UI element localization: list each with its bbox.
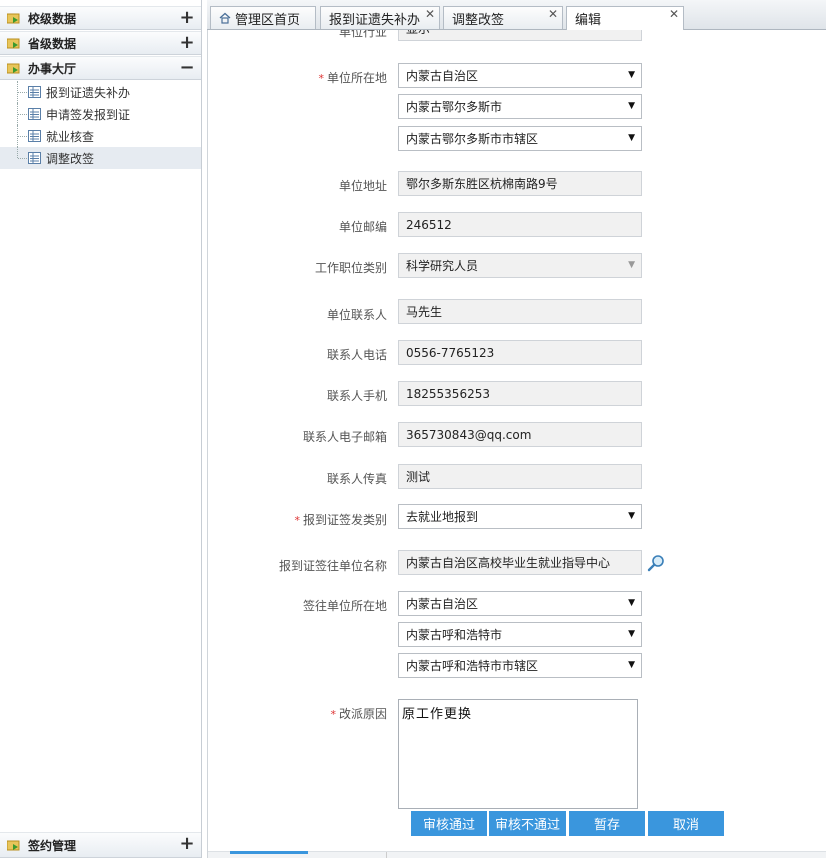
contact-phone-label: 联系人电话 [326,348,387,362]
sidebar: 校级数据 + 省级数据 + 办事大厅 − 报到证遗失补办 申请签发报到证 就业核… [0,0,202,858]
dropdown-arrow-icon: ▼ [628,70,635,80]
accordion-service-hall[interactable]: 办事大厅 − [0,56,201,80]
dropdown-arrow-icon: ▼ [628,629,635,639]
contact-mobile-label: 联系人手机 [326,389,387,403]
collapse-icon[interactable]: − [179,59,195,77]
tab-label: 报到证遗失补办 [329,12,421,28]
dropdown-arrow-icon: ▼ [628,101,635,111]
tab-bar: 管理区首页 报到证遗失补办 ✕ 调整改签 ✕ 编辑 ✕ [207,0,826,30]
sidebar-item-adjust-reissue[interactable]: 调整改签 [0,147,201,169]
horizontal-scrollbar[interactable] [208,851,826,858]
folder-arrow-icon [7,839,21,851]
dropdown-arrow-icon: ▼ [628,511,635,521]
reject-button[interactable]: 审核不通过 [489,811,566,836]
close-icon[interactable]: ✕ [548,7,558,21]
tab-edit[interactable]: 编辑 ✕ [566,6,684,30]
sidebar-item-apply-cert[interactable]: 申请签发报到证 [0,103,201,125]
sidebar-item-label: 申请签发报到证 [46,107,131,122]
cert-issue-type-label: * 报到证签发类别 [294,513,387,527]
contact-phone-field[interactable]: 0556-7765123 [398,340,642,365]
close-icon[interactable]: ✕ [425,7,435,21]
scroll-indicator[interactable] [230,851,308,854]
close-icon[interactable]: ✕ [669,7,679,21]
contact-person-label: 单位联系人 [326,308,387,322]
service-hall-tree: 报到证遗失补办 申请签发报到证 就业核查 调整改签 [0,81,201,169]
accordion-title: 省级数据 [28,36,77,51]
unit-postcode-field[interactable]: 246512 [398,212,642,237]
edit-form: 单位行业 显示 *单位所在地 内蒙古自治区▼ 内蒙古鄂尔多斯市▼ 内蒙古鄂尔多斯… [207,30,826,858]
accordion-province-data[interactable]: 省级数据 + [0,31,201,55]
tab-admin-home[interactable]: 管理区首页 [210,6,316,29]
contact-fax-field[interactable]: 测试 [398,464,642,489]
accordion-school-data[interactable]: 校级数据 + [0,6,201,30]
search-icon[interactable] [647,554,665,572]
dest-province-select[interactable]: 内蒙古自治区 ▼ [398,591,642,616]
tab-adjust-reissue[interactable]: 调整改签 ✕ [443,6,563,29]
reason-label: * 改派原因 [330,707,387,721]
dest-city-select[interactable]: 内蒙古呼和浩特市 ▼ [398,622,642,647]
unit-province-select[interactable]: 内蒙古自治区 ▼ [398,63,642,88]
accordion-contract-management[interactable]: 签约管理 + [0,832,201,858]
save-draft-button[interactable]: 暂存 [569,811,645,836]
job-category-label: 工作职位类别 [314,261,387,275]
partial-field[interactable]: 显示 [398,30,642,41]
field-label: 单位行业 [338,30,387,39]
sidebar-item-label: 报到证遗失补办 [46,85,131,100]
dest-location-label: 签往单位所在地 [302,599,387,613]
reason-textarea[interactable]: 原工作更换 [398,699,638,809]
dest-district-select[interactable]: 内蒙古呼和浩特市市辖区 ▼ [398,653,642,678]
unit-location-label: * 单位所在地 [318,71,387,85]
folder-arrow-icon [7,37,21,49]
accordion-title: 签约管理 [28,838,77,853]
expand-icon[interactable]: + [179,9,195,27]
dropdown-arrow-icon: ▼ [628,660,635,670]
document-icon [28,130,41,142]
unit-address-field[interactable]: 鄂尔多斯东胜区杭棉南路9号 [398,171,642,196]
accordion-title: 办事大厅 [28,61,77,76]
job-category-select[interactable]: 科学研究人员 ▼ [398,253,642,278]
cert-dest-unit-field[interactable]: 内蒙古自治区高校毕业生就业指导中心 [398,550,642,575]
document-icon [28,152,41,164]
dropdown-arrow-icon: ▼ [628,260,635,270]
sidebar-item-employment-check[interactable]: 就业核查 [0,125,201,147]
cert-issue-type-select[interactable]: 去就业地报到 ▼ [398,504,642,529]
folder-arrow-icon [7,62,21,74]
approve-button[interactable]: 审核通过 [411,811,487,836]
sidebar-item-label: 调整改签 [46,151,95,166]
unit-address-label: 单位地址 [338,179,387,193]
expand-icon[interactable]: + [179,835,195,853]
contact-email-label: 联系人电子邮箱 [302,430,387,444]
document-icon [28,108,41,120]
dropdown-arrow-icon: ▼ [628,133,635,143]
contact-fax-label: 联系人传真 [326,472,387,486]
tab-label: 调整改签 [452,12,505,28]
sidebar-item-cert-loss-reissue[interactable]: 报到证遗失补办 [0,81,201,103]
contact-mobile-field[interactable]: 18255356253 [398,381,642,406]
sidebar-item-label: 就业核查 [46,129,95,144]
contact-person-field[interactable]: 马先生 [398,299,642,324]
accordion-title: 校级数据 [28,11,77,26]
contact-email-field[interactable]: 365730843@qq.com [398,422,642,447]
unit-postcode-label: 单位邮编 [338,220,387,234]
unit-district-select[interactable]: 内蒙古鄂尔多斯市市辖区 ▼ [398,126,642,151]
expand-icon[interactable]: + [179,34,195,52]
tab-cert-loss-reissue[interactable]: 报到证遗失补办 ✕ [320,6,440,29]
unit-city-select[interactable]: 内蒙古鄂尔多斯市 ▼ [398,94,642,119]
folder-arrow-icon [7,12,21,24]
dropdown-arrow-icon: ▼ [628,598,635,608]
cert-dest-unit-label: 报到证签往单位名称 [278,559,387,573]
cancel-button[interactable]: 取消 [648,811,724,836]
tab-label: 编辑 [575,13,602,28]
tab-label: 管理区首页 [235,12,301,28]
home-icon [219,12,231,24]
document-icon [28,86,41,98]
